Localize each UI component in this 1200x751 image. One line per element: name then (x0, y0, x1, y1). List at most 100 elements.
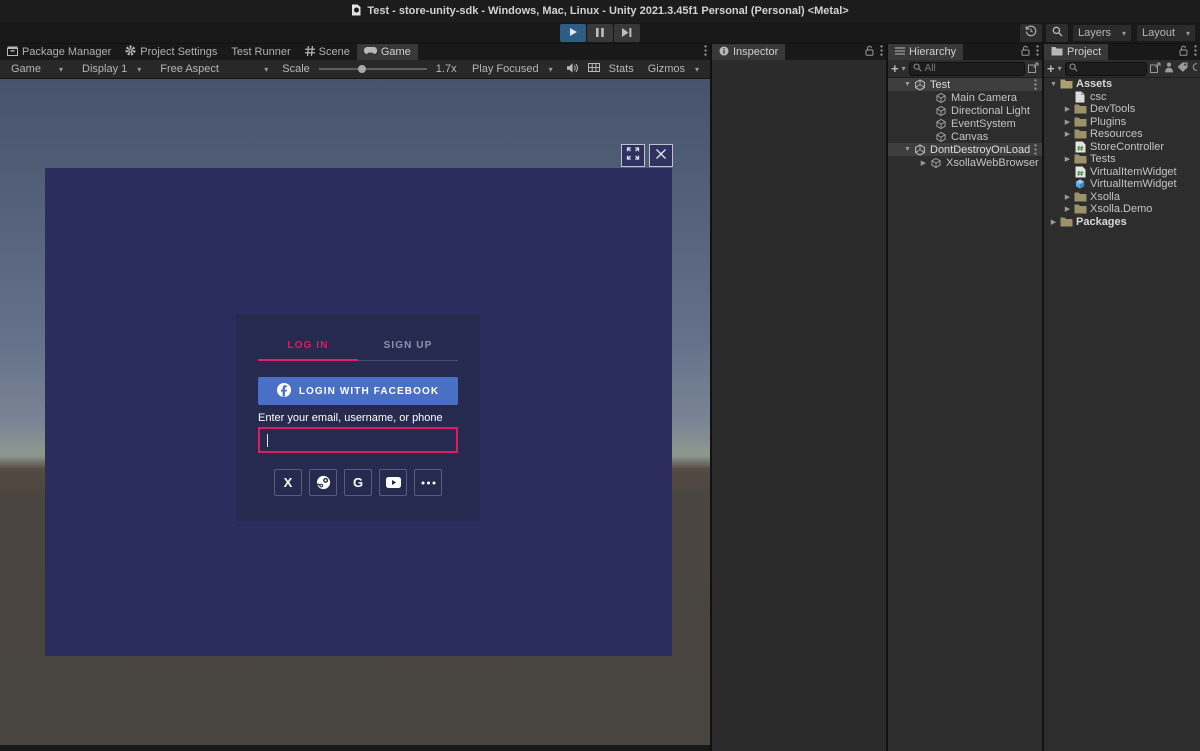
tab-package-manager[interactable]: Package Manager (0, 44, 118, 60)
hierarchy-item-label: Test (930, 79, 950, 91)
expand-arrow-icon[interactable]: ▶ (918, 159, 929, 167)
tab-project-settings[interactable]: Project Settings (118, 44, 224, 60)
tab-game[interactable]: Game (357, 44, 418, 60)
project-row[interactable]: ▶Packages (1044, 216, 1200, 229)
hierarchy-row[interactable]: EventSystem (888, 117, 1042, 130)
scale-slider-knob[interactable] (358, 65, 366, 73)
expand-arrow-icon[interactable]: ▼ (902, 146, 913, 153)
play-focused-dropdown[interactable]: Play Focused ▾ (467, 60, 558, 78)
xsolla-web-browser-panel: LOG IN SIGN UP LOGIN WITH FACEBOOK Enter… (45, 168, 672, 656)
close-browser-button[interactable] (649, 144, 673, 167)
google-login-button[interactable]: G (344, 469, 372, 496)
scale-slider[interactable] (319, 68, 427, 70)
hierarchy-menu-kebab[interactable] (1036, 43, 1039, 61)
hierarchy-row[interactable]: Main Camera (888, 91, 1042, 104)
hierarchy-row[interactable]: ▶XsollaWebBrowser (888, 156, 1042, 169)
hierarchy-item-label: EventSystem (951, 118, 1016, 130)
expand-arrow-icon[interactable]: ▼ (902, 81, 913, 88)
project-row[interactable]: ▼Assets (1044, 78, 1200, 91)
gameobject-icon (934, 92, 948, 104)
play-icon (568, 24, 578, 42)
project-menu-kebab[interactable] (1194, 43, 1197, 61)
project-row[interactable]: ▶Xsolla (1044, 191, 1200, 204)
project-row[interactable]: ▶Tests (1044, 153, 1200, 166)
expand-icon (626, 147, 640, 165)
hierarchy-search-input[interactable]: All (909, 62, 1025, 76)
username-input[interactable] (258, 427, 458, 453)
main-toolbar: Layers ▾ Layout ▾ (0, 22, 1200, 44)
expand-arrow-icon[interactable]: ▶ (1062, 155, 1073, 163)
project-row[interactable]: StoreController (1044, 141, 1200, 154)
aspect-dropdown[interactable]: Free Aspect ▾ (155, 60, 273, 78)
kebab-icon[interactable] (1034, 79, 1037, 90)
signup-tab[interactable]: SIGN UP (358, 340, 458, 351)
expand-arrow-icon[interactable]: ▼ (1048, 81, 1059, 88)
youtube-login-button[interactable] (379, 469, 407, 496)
more-login-button[interactable] (414, 469, 442, 496)
project-search-input[interactable] (1065, 62, 1147, 76)
window-picker-icon[interactable] (1028, 62, 1039, 76)
project-row[interactable]: ▶Resources (1044, 128, 1200, 141)
layers-dropdown[interactable]: Layers ▾ (1072, 24, 1132, 42)
login-tab[interactable]: LOG IN (258, 340, 358, 351)
tab-scene[interactable]: Scene (298, 44, 357, 60)
project-row[interactable]: ▶Plugins (1044, 116, 1200, 129)
create-asset-button[interactable]: + (1047, 61, 1055, 76)
gizmos-label: Gizmos (648, 63, 685, 75)
game-target-dropdown[interactable]: Game ▾ (6, 60, 68, 78)
lock-icon[interactable] (865, 43, 874, 61)
hierarchy-row[interactable]: ▼ Test (888, 78, 1042, 91)
folder-icon (1073, 129, 1087, 139)
search-store-icon[interactable] (1164, 62, 1174, 76)
lock-icon[interactable] (1021, 43, 1030, 61)
chevron-down-icon[interactable]: ▾ (902, 64, 906, 73)
layout-dropdown[interactable]: Layout ▾ (1136, 24, 1196, 42)
create-object-button[interactable]: + (891, 61, 899, 76)
tab-hierarchy[interactable]: Hierarchy (888, 44, 963, 60)
hidden-packages-eye-icon[interactable] (1191, 62, 1197, 75)
mute-audio-button[interactable] (567, 63, 579, 76)
hierarchy-row[interactable]: Canvas (888, 130, 1042, 143)
search-by-label-icon[interactable] (1177, 62, 1188, 75)
project-row[interactable]: VirtualItemWidget (1044, 178, 1200, 191)
search-everywhere-button[interactable] (1046, 24, 1068, 42)
hierarchy-row[interactable]: ▼DontDestroyOnLoad (888, 143, 1042, 156)
lock-icon[interactable] (1179, 43, 1188, 61)
tab-test-runner[interactable]: Test Runner (224, 44, 297, 60)
project-row[interactable]: ▶Xsolla.Demo (1044, 203, 1200, 216)
undo-history-button[interactable] (1020, 24, 1042, 42)
fullscreen-button[interactable] (621, 144, 645, 167)
expand-arrow-icon[interactable]: ▶ (1048, 218, 1059, 226)
gizmos-dropdown[interactable]: Gizmos ▾ (643, 60, 704, 78)
project-row[interactable]: VirtualItemWidget (1044, 166, 1200, 179)
play-button[interactable] (560, 24, 586, 42)
hierarchy-row[interactable]: Directional Light (888, 104, 1042, 117)
kebab-icon[interactable] (1034, 144, 1037, 155)
expand-arrow-icon[interactable]: ▶ (1062, 205, 1073, 213)
stats-button[interactable]: Stats (609, 63, 634, 75)
project-row[interactable]: ▶DevTools (1044, 103, 1200, 116)
expand-arrow-icon[interactable]: ▶ (1062, 105, 1073, 113)
vsync-grid-button[interactable] (588, 63, 600, 75)
inspector-menu-kebab[interactable] (880, 43, 883, 61)
expand-arrow-icon[interactable]: ▶ (1062, 193, 1073, 201)
facebook-login-button[interactable]: LOGIN WITH FACEBOOK (258, 377, 458, 405)
inspector-body (712, 60, 886, 751)
project-item-label: VirtualItemWidget (1090, 166, 1177, 178)
magnifier-icon (913, 63, 922, 75)
display-dropdown[interactable]: Display 1 ▾ (77, 60, 146, 78)
expand-arrow-icon[interactable]: ▶ (1062, 130, 1073, 138)
tab-inspector[interactable]: Inspector (712, 44, 785, 60)
tab-project[interactable]: Project (1044, 44, 1108, 60)
x-login-button[interactable]: X (274, 469, 302, 496)
pause-button[interactable] (587, 24, 613, 42)
step-button[interactable] (614, 24, 640, 42)
expand-arrow-icon[interactable]: ▶ (1062, 118, 1073, 126)
search-by-type-icon[interactable] (1150, 62, 1161, 76)
steam-login-button[interactable] (309, 469, 337, 496)
gear-icon (125, 45, 136, 59)
game-view-menu-kebab[interactable] (704, 43, 707, 61)
gameobject-icon (934, 105, 948, 117)
chevron-down-icon[interactable]: ▾ (1058, 64, 1062, 73)
project-row[interactable]: csc (1044, 91, 1200, 104)
